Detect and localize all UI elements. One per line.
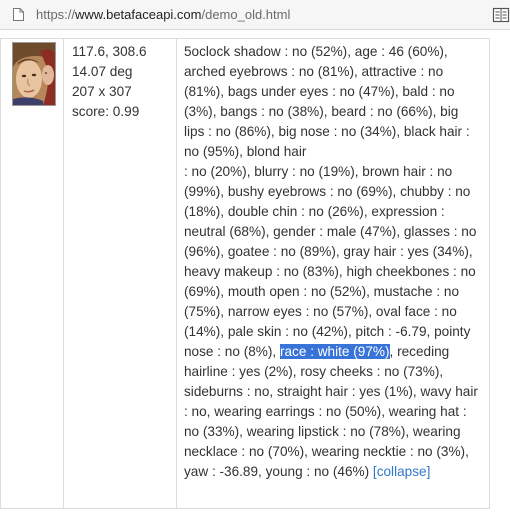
attributes-text: 5oclock shadow : no (52%), age : 46 (60%… xyxy=(177,39,489,482)
thumbnail-cell xyxy=(0,38,64,509)
url-protocol: https:// xyxy=(36,7,76,22)
face-score: score: 0.99 xyxy=(72,104,140,119)
highlighted-selection: race : white (97%) xyxy=(279,344,390,359)
face-result-table: 117.6, 308.6 14.07 deg 207 x 307 score: … xyxy=(0,38,490,509)
attributes-part-2: : no (20%), blurry : no (19%), brown hai… xyxy=(184,164,477,359)
url-host: www.betafaceapi.com xyxy=(75,7,202,22)
face-thumbnail xyxy=(12,42,56,106)
face-angle: 14.07 deg xyxy=(72,64,133,79)
attributes-part-1: 5oclock shadow : no (52%), age : 46 (60%… xyxy=(184,44,470,159)
attributes-part-3: , receding hairline : yes (2%), rosy che… xyxy=(184,344,478,479)
url-path: /demo_old.html xyxy=(201,7,291,22)
browser-address-bar: https://www.betafaceapi.com/demo_old.htm… xyxy=(0,0,510,30)
reader-view-icon[interactable] xyxy=(492,7,510,23)
collapse-link[interactable]: [collapse] xyxy=(373,464,430,479)
face-size: 207 x 307 xyxy=(72,84,132,99)
face-position: 117.6, 308.6 xyxy=(72,44,147,59)
page-icon xyxy=(13,8,24,21)
attributes-cell: 5oclock shadow : no (52%), age : 46 (60%… xyxy=(176,38,490,509)
face-info-cell: 117.6, 308.6 14.07 deg 207 x 307 score: … xyxy=(63,38,177,509)
table-row: 117.6, 308.6 14.07 deg 207 x 307 score: … xyxy=(0,38,490,509)
page-content: 117.6, 308.6 14.07 deg 207 x 307 score: … xyxy=(0,30,510,513)
url-field[interactable]: https://www.betafaceapi.com/demo_old.htm… xyxy=(36,7,290,22)
